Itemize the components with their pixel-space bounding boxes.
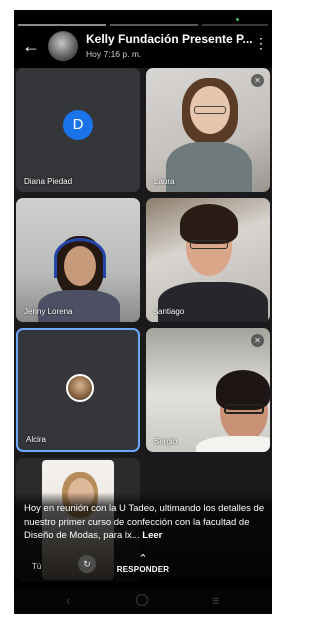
story-header: ← Kelly Fundación Presente P... Hoy 7:16… [14, 28, 272, 68]
progress-segment-1 [18, 24, 106, 26]
story-timestamp: Hoy 7:16 p. m. [86, 49, 142, 59]
participant-photo-avatar [66, 374, 94, 402]
participant-name: Laura [154, 177, 175, 186]
participant-video [180, 204, 238, 244]
participant-tile-sergio: ✕ Sergio [146, 328, 270, 452]
participant-body [166, 142, 252, 192]
camera-indicator-dot [236, 18, 239, 21]
participant-name: Jenny Lorena [24, 307, 73, 316]
glasses-shape [224, 404, 264, 414]
story-caption: Hoy en reunión con la U Tadeo, ultimando… [24, 502, 269, 543]
system-navigation-bar: ‹ ≡ [14, 588, 272, 614]
nav-back-icon[interactable]: ‹ [66, 593, 70, 608]
participant-name: Diana Piedad [24, 177, 73, 186]
nav-recents-icon[interactable]: ≡ [212, 593, 220, 608]
progress-segment-2 [110, 24, 198, 26]
mic-muted-icon: ✕ [251, 334, 264, 347]
reply-button[interactable]: RESPONDER [14, 565, 272, 574]
progress-segment-3 [202, 24, 268, 26]
participant-tile-laura: ✕ Laura [146, 68, 270, 192]
mic-muted-icon: ✕ [251, 74, 264, 87]
glasses-shape [194, 106, 226, 114]
back-arrow-icon[interactable]: ← [22, 36, 42, 56]
participant-name: santiago [154, 307, 185, 316]
participant-body [38, 290, 120, 322]
participant-body [158, 282, 268, 322]
story-title[interactable]: Kelly Fundación Presente P... [86, 32, 256, 46]
story-viewer: ← Kelly Fundación Presente P... Hoy 7:16… [14, 10, 272, 614]
nav-home-icon[interactable] [136, 594, 148, 606]
chevron-up-icon[interactable]: ⌃ [14, 552, 272, 565]
participant-tile-alcira: Alcira [16, 328, 140, 452]
profile-avatar[interactable] [48, 31, 78, 61]
participant-name: Alcira [26, 435, 47, 444]
participant-body [196, 436, 270, 452]
participant-tile-diana: D Diana Piedad [16, 68, 140, 192]
story-progress-bar [14, 10, 272, 28]
read-more-link[interactable]: Leer [142, 530, 162, 541]
more-options-icon[interactable]: ⋮ [254, 36, 268, 50]
participant-tile-santiago: santiago [146, 198, 270, 322]
participant-tile-jenny: Jenny Lorena [16, 198, 140, 322]
participant-name: Sergio [154, 437, 178, 446]
headset-shape [54, 238, 106, 278]
glasses-shape [190, 240, 228, 249]
participant-initial-avatar: D [63, 110, 93, 140]
